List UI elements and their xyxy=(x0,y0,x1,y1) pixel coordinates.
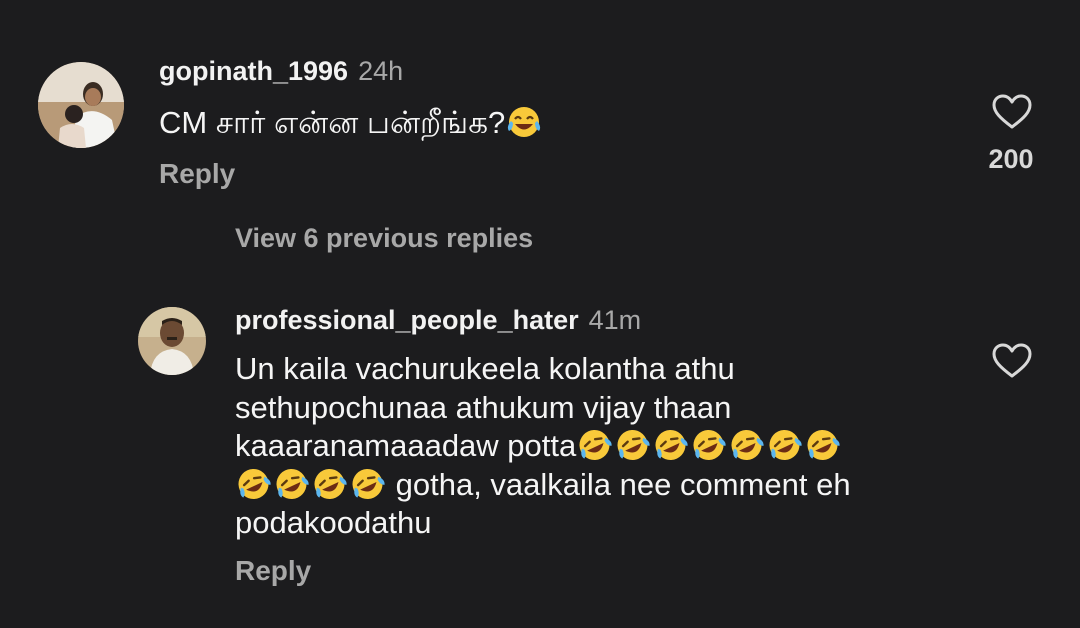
reply-button[interactable]: Reply xyxy=(159,158,235,190)
comment-timestamp: 41m xyxy=(588,305,642,335)
rofl-emoji xyxy=(352,468,385,499)
rofl-emoji xyxy=(579,430,612,460)
username-link[interactable]: professional_people_hater xyxy=(235,305,579,335)
comment-line: Un kaila vachurukeela kolantha athu xyxy=(235,351,735,386)
rofl-emoji xyxy=(238,468,271,499)
comment-header: gopinath_1996 24h xyxy=(159,56,403,87)
like-count: 200 xyxy=(988,144,1034,174)
heart-outline-icon[interactable] xyxy=(992,343,1032,379)
rofl-emoji xyxy=(731,430,764,460)
rofl-emoji xyxy=(314,468,347,499)
comment-line: podakoodathu xyxy=(235,505,432,540)
tears-of-joy-emoji xyxy=(505,105,543,149)
rofl-emoji xyxy=(655,430,688,460)
rofl-emoji-group xyxy=(235,467,387,502)
comment-line: kaaaranamaaadaw potta xyxy=(235,427,975,466)
comment-body: Un kaila vachurukeela kolantha athu seth… xyxy=(235,350,975,543)
rofl-emoji xyxy=(769,430,802,460)
comment-text: kaaaranamaaadaw potta xyxy=(235,428,577,463)
heart-outline-icon[interactable] xyxy=(992,94,1032,130)
comment-timestamp: 24h xyxy=(358,56,404,86)
username-link[interactable]: gopinath_1996 xyxy=(159,56,348,86)
comment-text: CM சார் என்ன பன்றீங்க? xyxy=(159,105,506,140)
comment-body: CM சார் என்ன பன்றீங்க? xyxy=(159,104,543,149)
comment-header: professional_people_hater 41m xyxy=(235,305,641,336)
comment-text: gotha, vaalkaila nee comment eh xyxy=(387,466,851,502)
view-previous-replies-button[interactable]: View 6 previous replies xyxy=(235,223,533,254)
rofl-emoji-group xyxy=(576,428,842,463)
reply-button[interactable]: Reply xyxy=(235,555,311,587)
rofl-emoji xyxy=(617,430,650,460)
comments-panel: gopinath_1996 24h CM சார் என்ன பன்றீங்க? … xyxy=(0,0,1080,628)
comment-line: sethupochunaa athukum vijay thaan xyxy=(235,389,732,425)
rofl-emoji xyxy=(693,430,726,460)
rofl-emoji xyxy=(807,430,840,460)
rofl-emoji xyxy=(276,468,309,499)
avatar-professional-people-hater[interactable] xyxy=(138,307,206,375)
comment-line: gotha, vaalkaila nee comment eh xyxy=(235,466,975,505)
avatar-gopinath[interactable] xyxy=(38,62,124,148)
